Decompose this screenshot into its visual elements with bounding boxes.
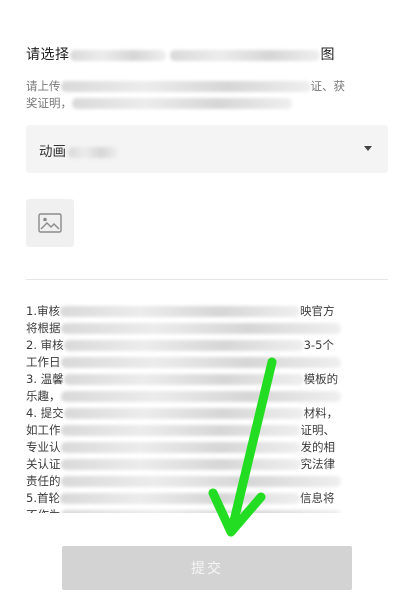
chevron-down-icon <box>364 146 372 151</box>
redacted-text <box>170 49 321 61</box>
notice-line-start: 1.审核 <box>26 304 60 318</box>
notice-line-start: 责任的 <box>26 474 61 488</box>
notice-line: 不作为 <box>26 507 388 513</box>
redacted-text <box>60 391 341 402</box>
redacted-text <box>72 98 292 109</box>
image-placeholder-icon <box>38 213 62 233</box>
redacted-text <box>60 357 341 368</box>
redacted-text <box>68 146 118 158</box>
notice-line-end: 证明、 <box>300 423 336 437</box>
hint-start: 请上传 <box>26 79 61 93</box>
notice-line-start: 不作为 <box>26 508 61 513</box>
section-hint: 请上传 证、获 奖证明， <box>26 79 346 110</box>
notice-line-end: 材料， <box>303 406 339 420</box>
notice-line-start: 2. 审核 <box>26 338 64 352</box>
notice-line-end: 发的相 <box>300 440 336 454</box>
notice-line-end: 3-5个 <box>303 338 334 352</box>
notice-line-start: 关认证 <box>26 457 61 471</box>
notice-line-end: 映官方 <box>299 304 335 318</box>
image-upload-button[interactable] <box>26 199 74 247</box>
notice-line-start: 工作日 <box>26 355 61 369</box>
redacted-text <box>59 493 300 504</box>
redacted-text <box>63 340 304 351</box>
notice-line-start: 专业认 <box>26 440 61 454</box>
notice-line: 5.首轮 信息将 <box>26 490 388 507</box>
notice-line-start: 3. 温馨 <box>26 372 64 386</box>
notice-line-start: 乐趣， <box>26 389 61 403</box>
hint-end: 证、获 <box>310 79 346 93</box>
notice-line-end: 信息将 <box>299 491 335 505</box>
category-select-value: 动画 <box>39 140 118 160</box>
notice-line-end: 模板的 <box>303 372 339 386</box>
section-title-start: 请选择 <box>26 47 70 63</box>
notice-line: 工作日 <box>26 354 388 371</box>
redacted-text <box>60 425 301 436</box>
redacted-text <box>60 459 301 470</box>
category-select[interactable]: 动画 <box>26 125 388 173</box>
notice-line: 关认证 究法律 <box>26 456 388 473</box>
redacted-text <box>60 442 301 453</box>
notice-line: 将根据 <box>26 320 388 337</box>
redacted-text <box>60 81 311 92</box>
notice-line-start: 将根据 <box>26 321 61 335</box>
notice-text: 1.审核 映官方将根据 2. 审核 3-5个工作日 3. 温馨 模板的乐趣， 4. 提交 材料… <box>26 303 388 513</box>
hint-line2-start: 奖证明 <box>26 96 61 110</box>
redacted-text <box>63 408 304 419</box>
submit-button[interactable]: 提交 <box>62 546 352 590</box>
redacted-text <box>60 476 341 487</box>
bottom-bar: 提交 <box>0 528 406 600</box>
redacted-text <box>59 306 300 317</box>
notice-line: 责任的 <box>26 473 388 490</box>
section-title-end: 图 <box>320 47 335 63</box>
notice-line: 乐趣， <box>26 388 388 405</box>
notice-line: 3. 温馨 模板的 <box>26 371 388 388</box>
redacted-text <box>60 510 341 513</box>
notice-line: 如工作 证明、 <box>26 422 388 439</box>
notice-line: 4. 提交 材料， <box>26 405 388 422</box>
notice-line-start: 5.首轮 <box>26 491 60 505</box>
notice-line-end: 究法律 <box>300 457 336 471</box>
redacted-text <box>69 49 166 61</box>
notice-line-start: 如工作 <box>26 423 61 437</box>
notice-line: 专业认 发的相 <box>26 439 388 456</box>
divider <box>26 279 388 280</box>
redacted-text <box>60 323 341 334</box>
section-title: 请选择 图 <box>26 44 335 64</box>
redacted-text <box>63 374 304 385</box>
notice-line-start: 4. 提交 <box>26 406 64 420</box>
notice-line: 2. 审核 3-5个 <box>26 337 388 354</box>
notice-line: 1.审核 映官方 <box>26 303 388 320</box>
